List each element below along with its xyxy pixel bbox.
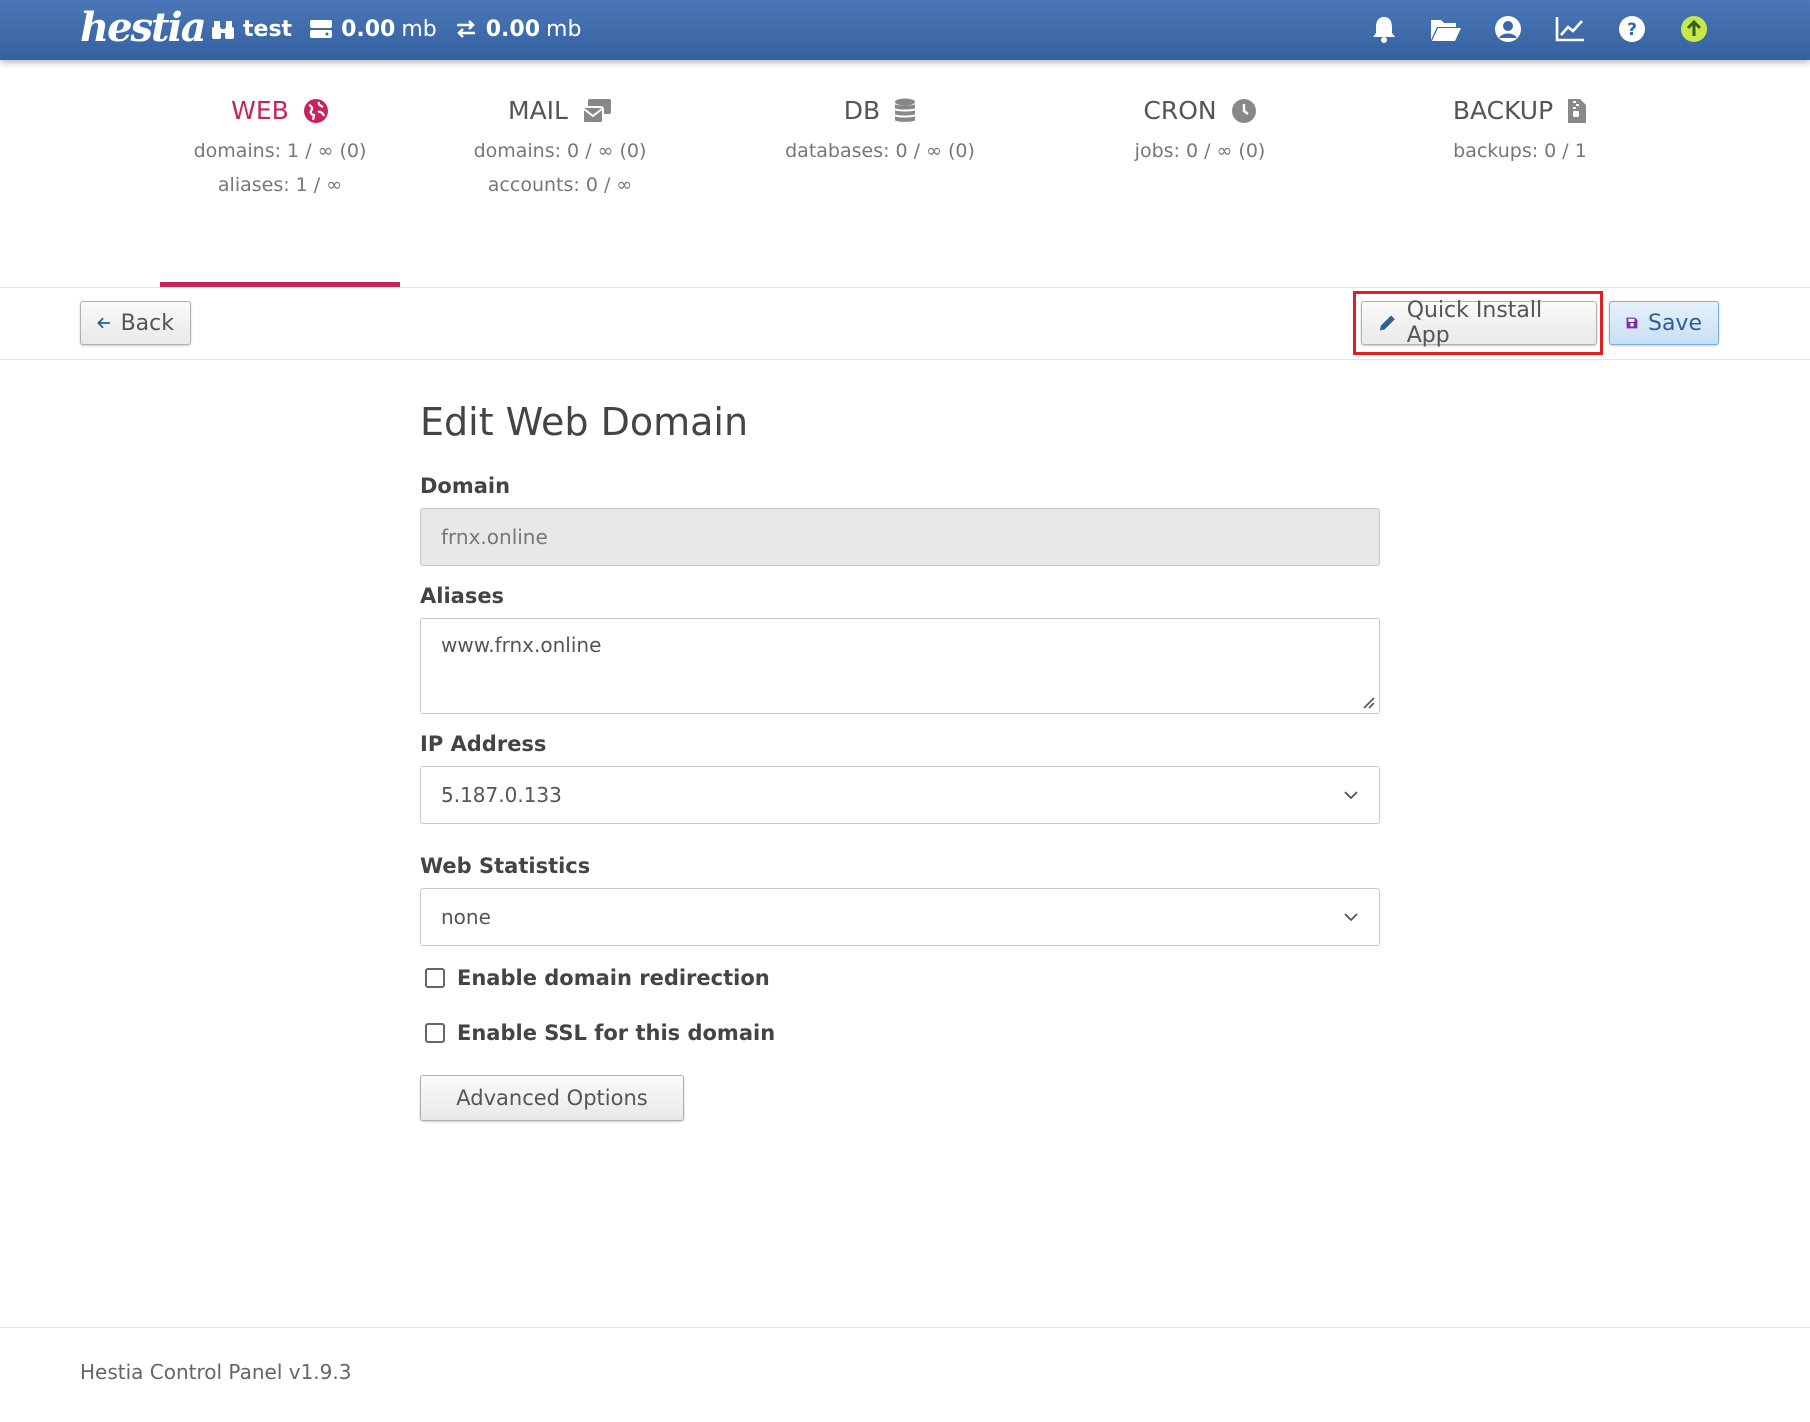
- quick-install-app-label: Quick Install App: [1406, 298, 1543, 348]
- ip-address-label: IP Address: [420, 732, 547, 756]
- tab-cron[interactable]: CRON jobs: 0 / ∞ (0): [1040, 96, 1360, 195]
- floppy-disk-icon: [1626, 317, 1638, 329]
- back-button-label: Back: [120, 310, 174, 336]
- save-button[interactable]: Save: [1609, 301, 1719, 345]
- tab-mail-domains: domains: 0 / ∞ (0): [473, 140, 647, 162]
- bandwidth-usage-value: 0.00: [485, 16, 541, 42]
- tab-cron-label: CRON: [1143, 96, 1217, 125]
- user-circle-icon[interactable]: [1492, 13, 1524, 45]
- chevron-down-icon: [1344, 791, 1358, 800]
- globe-icon: [303, 98, 328, 123]
- web-statistics-value: none: [441, 905, 491, 929]
- arrow-left-icon: [97, 317, 110, 329]
- tab-web[interactable]: WEB domains: 1 / ∞ (0) aliases: 1 / ∞: [160, 96, 400, 195]
- web-statistics-group: Web Statistics none: [420, 854, 1380, 946]
- folder-open-icon[interactable]: [1430, 13, 1462, 45]
- clock-icon: [1231, 98, 1256, 123]
- section-tabs: WEB domains: 1 / ∞ (0) aliases: 1 / ∞ MA…: [160, 96, 1680, 195]
- ip-address-value: 5.187.0.133: [441, 783, 562, 807]
- username: test: [243, 16, 293, 42]
- ip-address-group: IP Address 5.187.0.133: [420, 732, 1380, 824]
- tab-backup-label: BACKUP: [1452, 96, 1554, 125]
- back-button[interactable]: Back: [80, 301, 191, 345]
- tab-web-domains: domains: 1 / ∞ (0): [193, 140, 367, 162]
- tab-mail-accounts: accounts: 0 / ∞: [487, 174, 633, 196]
- chevron-down-icon: [1344, 913, 1358, 922]
- save-button-label: Save: [1647, 310, 1702, 336]
- checkbox-box[interactable]: [425, 968, 445, 988]
- disk-usage-value: 0.00: [341, 16, 396, 42]
- web-statistics-select[interactable]: none: [420, 888, 1380, 946]
- checkbox-box[interactable]: [425, 1023, 445, 1043]
- exchange-arrows-icon: [456, 20, 475, 38]
- tab-db-label: DB: [843, 96, 881, 125]
- top-actions: ?: [1338, 0, 1710, 58]
- domain-redirection-label: Enable domain redirection: [457, 966, 770, 990]
- bandwidth-usage-unit: mb: [546, 16, 582, 42]
- toolbar: Back Quick Install App Save: [0, 287, 1810, 360]
- database-icon: [895, 98, 916, 122]
- arrow-up-circle-icon[interactable]: [1678, 13, 1710, 45]
- tab-db[interactable]: DB databases: 0 / ∞ (0): [720, 96, 1040, 195]
- domain-redirection-checkbox[interactable]: Enable domain redirection: [420, 966, 1380, 990]
- ssl-label: Enable SSL for this domain: [457, 1021, 776, 1045]
- chart-line-icon[interactable]: [1554, 13, 1586, 45]
- ssl-checkbox[interactable]: Enable SSL for this domain: [420, 1021, 1380, 1045]
- file-zipper-icon: [1568, 98, 1587, 123]
- tab-mail[interactable]: MAIL domains: 0 / ∞ (0) accounts: 0 / ∞: [400, 96, 720, 195]
- tab-backup-backups: backups: 0 / 1: [1453, 140, 1587, 162]
- aliases-label: Aliases: [420, 584, 505, 608]
- quick-install-app-button[interactable]: Quick Install App: [1361, 298, 1597, 348]
- ip-address-select[interactable]: 5.187.0.133: [420, 766, 1380, 824]
- user-stat[interactable]: test: [212, 17, 292, 42]
- tab-mail-label: MAIL: [508, 96, 568, 125]
- domain-field: frnx.online: [420, 508, 1380, 566]
- disk-stat: 0.00 mb: [310, 17, 437, 42]
- help-circle-icon[interactable]: ?: [1616, 13, 1648, 45]
- web-statistics-label: Web Statistics: [420, 854, 591, 878]
- edit-web-domain-form: Edit Web Domain Domain frnx.online Alias…: [420, 400, 1380, 1121]
- domain-group: Domain frnx.online: [420, 474, 1380, 566]
- binoculars-icon: [212, 21, 234, 39]
- footer: Hestia Control Panel v1.9.3: [0, 1327, 1810, 1422]
- account-stats: test 0.00 mb 0.00 mb: [212, 0, 599, 58]
- disk-usage-unit: mb: [401, 16, 437, 42]
- pencil-icon: [1379, 315, 1395, 331]
- resize-handle-icon[interactable]: [1361, 695, 1375, 709]
- bell-icon[interactable]: [1368, 13, 1400, 45]
- tab-web-aliases: aliases: 1 / ∞: [217, 174, 343, 196]
- aliases-value: www.frnx.online: [441, 633, 602, 657]
- advanced-options-button[interactable]: Advanced Options: [420, 1075, 684, 1121]
- top-bar: hestia test 0.00 mb 0.00 mb ?: [0, 0, 1810, 60]
- aliases-group: Aliases www.frnx.online: [420, 584, 1380, 714]
- hdd-icon: [310, 20, 333, 38]
- advanced-options-label: Advanced Options: [456, 1086, 648, 1110]
- tab-web-label: WEB: [231, 96, 289, 125]
- tab-db-databases: databases: 0 / ∞ (0): [785, 140, 975, 162]
- tab-cron-jobs: jobs: 0 / ∞ (0): [1134, 140, 1266, 162]
- envelopes-icon: [581, 98, 611, 124]
- aliases-textarea[interactable]: www.frnx.online: [420, 618, 1380, 714]
- hestia-logo[interactable]: hestia: [80, 4, 207, 51]
- domain-label: Domain: [420, 474, 511, 498]
- svg-text:?: ?: [1627, 20, 1637, 40]
- page-title: Edit Web Domain: [420, 400, 749, 444]
- bandwidth-stat: 0.00 mb: [455, 16, 582, 42]
- domain-value: frnx.online: [441, 525, 548, 549]
- footer-version: Hestia Control Panel v1.9.3: [80, 1360, 352, 1384]
- tab-backup[interactable]: BACKUP backups: 0 / 1: [1360, 96, 1680, 195]
